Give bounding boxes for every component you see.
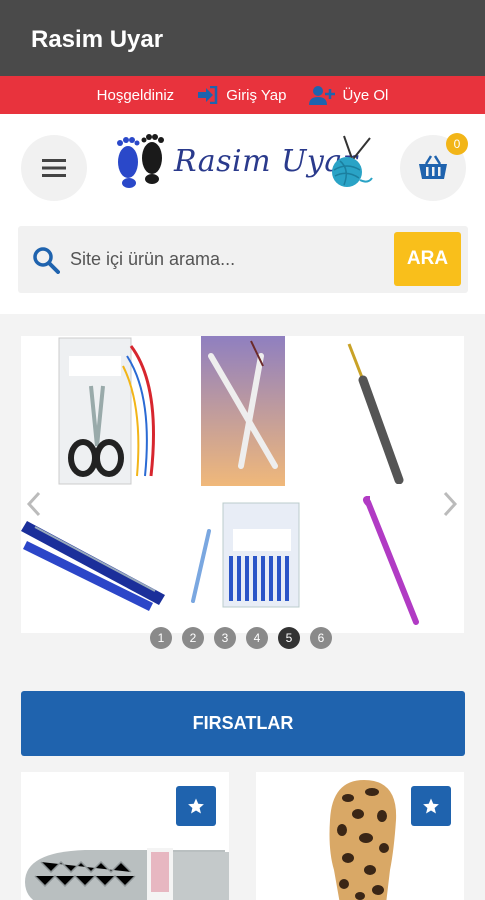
- product-card[interactable]: [256, 772, 464, 900]
- site-logo[interactable]: Rasim Uyar: [112, 132, 374, 194]
- product-image-insole-grey: [25, 848, 229, 900]
- deals-button[interactable]: FIRSATLAR: [21, 691, 465, 756]
- register-link[interactable]: Üye Ol: [308, 85, 389, 105]
- hamburger-icon: [42, 159, 66, 177]
- welcome-label: Hoşgeldiniz: [96, 86, 175, 104]
- yarn-ball-icon: [332, 135, 373, 187]
- header: Rasim Uyar 0 ARA: [0, 114, 485, 314]
- search-input[interactable]: [70, 240, 390, 278]
- product-image-scissors[interactable]: [51, 336, 163, 486]
- slider-page-2[interactable]: 2: [182, 627, 204, 649]
- product-image-crochet-hook[interactable]: [341, 342, 411, 484]
- slider-page-1[interactable]: 1: [150, 627, 172, 649]
- search-icon: [33, 247, 60, 274]
- cart-count-badge: 0: [446, 133, 468, 155]
- search-button[interactable]: ARA: [394, 232, 461, 286]
- product-image-needle-box[interactable]: [189, 501, 309, 611]
- slider-prev-icon[interactable]: [25, 491, 43, 517]
- product-image-insole-leopard: [329, 780, 397, 900]
- top-bar: Hoşgeldiniz Giriş Yap Üye Ol: [0, 76, 485, 114]
- slider-page-5[interactable]: 5: [278, 627, 300, 649]
- app-title: Rasim Uyar: [31, 26, 164, 53]
- product-image-crochet-set[interactable]: [201, 336, 285, 486]
- product-slider[interactable]: [21, 336, 464, 633]
- favorite-button[interactable]: [176, 786, 216, 826]
- login-link[interactable]: Giriş Yap: [196, 86, 287, 104]
- user-plus-icon: [308, 86, 335, 105]
- cart-button[interactable]: 0: [400, 133, 468, 201]
- slider-next-icon[interactable]: [441, 491, 459, 517]
- product-card[interactable]: [21, 772, 229, 900]
- login-label: Giriş Yap: [226, 86, 287, 104]
- menu-button[interactable]: [21, 135, 87, 201]
- slider-page-6[interactable]: 6: [310, 627, 332, 649]
- product-image-knitting-needles[interactable]: [21, 511, 171, 611]
- product-image-purple-hook[interactable]: [356, 496, 426, 626]
- shopping-basket-icon: [419, 155, 447, 179]
- footprints-icon: [117, 134, 164, 188]
- star-icon: [188, 798, 204, 814]
- star-icon: [423, 798, 439, 814]
- slider-page-3[interactable]: 3: [214, 627, 236, 649]
- sign-in-icon: [198, 86, 218, 104]
- slider-pagination: 1 2 3 4 5 6: [150, 627, 332, 649]
- register-label: Üye Ol: [342, 86, 389, 104]
- favorite-button[interactable]: [411, 786, 451, 826]
- app-bar: Rasim Uyar: [0, 0, 485, 76]
- search-bar: ARA: [18, 226, 468, 293]
- slider-page-4[interactable]: 4: [246, 627, 268, 649]
- welcome-link[interactable]: Hoşgeldiniz: [97, 87, 175, 104]
